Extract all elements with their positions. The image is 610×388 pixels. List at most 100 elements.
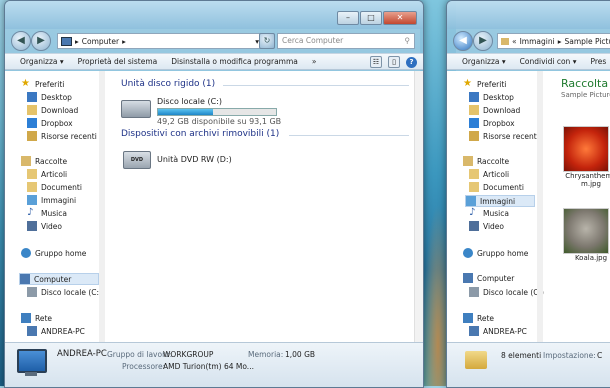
minimize-button[interactable]: –	[337, 11, 359, 25]
pictures-window[interactable]: ◀ ▶ « Immagini ▸ Sample Picture Organizz…	[446, 0, 610, 388]
forward-button[interactable]: ▶	[31, 31, 51, 51]
nav-libraries[interactable]: Raccolte	[21, 156, 67, 166]
organize-menu[interactable]: Organizza ▾	[455, 57, 513, 66]
music-icon: ♪	[27, 207, 34, 218]
pc-icon	[27, 326, 37, 336]
more-commands-button[interactable]: »	[305, 57, 324, 66]
nav-network[interactable]: Rete	[463, 313, 494, 323]
nav-item-documenti[interactable]: Documenti	[27, 182, 82, 192]
star-icon: ★	[21, 78, 30, 89]
group-header-hdd[interactable]: Unità disco rigido (1)	[121, 79, 215, 89]
nav-item-andrea-pc[interactable]: ANDREA-PC	[469, 326, 527, 336]
nav-label: Immagini	[480, 196, 516, 206]
slideshow-button[interactable]: Pres	[583, 57, 610, 66]
nav-favorites[interactable]: ★ Preferiti	[21, 79, 64, 89]
details-pane: ANDREA-PC Gruppo di lavoro: WORKGROUP Me…	[5, 342, 423, 387]
group-header-removable[interactable]: Dispositivi con archivi rimovibili (1)	[121, 129, 279, 139]
drive-c-free-space: 49,2 GB disponibile su 93,1 GB	[157, 117, 282, 126]
nav-item-immagini[interactable]: Immagini	[465, 195, 535, 207]
organize-menu[interactable]: Organizza ▾	[13, 57, 71, 66]
nav-network[interactable]: Rete	[21, 313, 52, 323]
view-options-icon[interactable]: ☷	[370, 56, 382, 68]
file-name[interactable]: Koala.jpg	[561, 254, 610, 262]
explorer-body: ★ Preferiti Desktop Download Dropbox Riso…	[5, 71, 423, 343]
drive-c[interactable]: Disco locale (C:) 49,2 GB disponibile su…	[121, 97, 281, 126]
close-button[interactable]: ✕	[383, 11, 417, 25]
file-name[interactable]: Chrysanthemum.jpg	[561, 172, 610, 188]
nav-item-musica[interactable]: ♪ Musica	[469, 208, 509, 218]
drive-d[interactable]: DVD Unità DVD RW (D:)	[123, 151, 232, 169]
nav-homegroup[interactable]: Gruppo home	[21, 248, 86, 258]
nav-label: Rete	[477, 313, 495, 323]
nav-item-disco-c[interactable]: Disco locale (C:)	[27, 287, 102, 297]
nav-item-recent[interactable]: Risorse recenti	[27, 131, 97, 141]
dropbox-icon	[27, 118, 37, 128]
nav-item-dropbox[interactable]: Dropbox	[469, 118, 515, 128]
help-icon[interactable]: ?	[406, 56, 417, 68]
maximize-button[interactable]: □	[360, 11, 382, 25]
nav-item-download[interactable]: Download	[27, 105, 78, 115]
search-icon[interactable]: ⚲	[405, 34, 411, 48]
title-bar[interactable]: – □ ✕	[5, 1, 423, 29]
forward-button[interactable]: ▶	[473, 31, 493, 51]
nav-item-desktop[interactable]: Desktop	[27, 92, 72, 102]
address-segment[interactable]: Sample Picture	[564, 37, 610, 46]
network-icon	[463, 313, 473, 323]
refresh-icon[interactable]: ↻	[259, 33, 275, 49]
computer-window[interactable]: – □ ✕ ◀ ▶ ▸ Computer ▸ ▾ ↻ Cerca Compute…	[4, 0, 424, 388]
computer-icon	[20, 274, 30, 284]
search-input[interactable]: Cerca Computer ⚲	[277, 33, 415, 49]
drive-c-usage-bar	[157, 108, 277, 116]
nav-computer[interactable]: Computer	[19, 273, 99, 285]
address-bar[interactable]: « Immagini ▸ Sample Picture	[497, 33, 610, 49]
recent-places-icon	[27, 131, 37, 141]
folder-large-icon	[465, 351, 487, 369]
nav-scrollbar[interactable]	[537, 71, 543, 343]
workgroup-value: WORKGROUP	[163, 350, 214, 359]
address-bar[interactable]: ▸ Computer ▸ ▾	[57, 33, 263, 49]
nav-item-download[interactable]: Download	[469, 105, 520, 115]
nav-item-articoli[interactable]: Articoli	[27, 169, 67, 179]
nav-item-articoli[interactable]: Articoli	[469, 169, 509, 179]
system-properties-button[interactable]: Proprietà del sistema	[71, 57, 165, 66]
thumbnail-chrysanthemum[interactable]	[563, 126, 609, 172]
nav-label: Dropbox	[483, 118, 515, 128]
nav-label: Desktop	[41, 92, 72, 102]
nav-item-recent[interactable]: Risorse recenti	[469, 131, 539, 141]
thumbnail-koala[interactable]	[563, 208, 609, 254]
computer-large-icon-stand	[25, 372, 37, 376]
nav-item-musica[interactable]: ♪ Musica	[27, 208, 67, 218]
nav-libraries[interactable]: Raccolte	[463, 156, 509, 166]
nav-label: Immagini	[41, 195, 77, 205]
nav-label: Download	[483, 105, 521, 115]
back-button[interactable]: ◀	[11, 31, 31, 51]
nav-homegroup[interactable]: Gruppo home	[463, 248, 528, 258]
uninstall-program-button[interactable]: Disinstalla o modifica programma	[164, 57, 305, 66]
desktop-icon	[469, 92, 479, 102]
nav-label: Raccolte	[35, 156, 68, 166]
nav-item-andrea-pc[interactable]: ANDREA-PC	[27, 326, 85, 336]
homegroup-icon	[21, 248, 31, 258]
nav-item-video[interactable]: Video	[27, 221, 62, 231]
back-button[interactable]: ◀	[453, 31, 473, 51]
video-icon	[469, 221, 479, 231]
nav-computer[interactable]: Computer	[463, 273, 514, 283]
star-icon: ★	[463, 78, 472, 89]
nav-favorites[interactable]: ★ Preferiti	[463, 79, 506, 89]
memory-value: 1,00 GB	[285, 350, 316, 359]
nav-item-dropbox[interactable]: Dropbox	[27, 118, 73, 128]
nav-item-desktop[interactable]: Desktop	[469, 92, 514, 102]
preview-pane-icon[interactable]: ▯	[388, 56, 400, 68]
content-scrollbar[interactable]	[414, 71, 423, 343]
nav-item-immagini[interactable]: Immagini	[27, 195, 76, 205]
title-bar[interactable]	[447, 1, 610, 29]
nav-item-disco-c[interactable]: Disco locale (C:)	[469, 287, 544, 297]
nav-item-video[interactable]: Video	[469, 221, 504, 231]
libraries-icon	[21, 156, 31, 166]
address-segment[interactable]: Immagini	[520, 37, 555, 46]
nav-scrollbar[interactable]	[99, 71, 105, 343]
address-segment[interactable]: Computer	[82, 37, 119, 46]
explorer-body: ★ Preferiti Desktop Download Dropbox Riso…	[447, 71, 610, 343]
share-with-menu[interactable]: Condividi con ▾	[513, 57, 584, 66]
nav-item-documenti[interactable]: Documenti	[469, 182, 524, 192]
